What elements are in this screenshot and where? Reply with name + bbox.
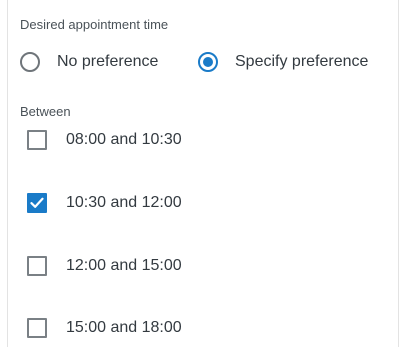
slot-1500-1800[interactable]: 15:00 and 18:00 xyxy=(27,316,182,340)
check-icon xyxy=(30,197,44,208)
appointment-panel: Desired appointment time No preference S… xyxy=(7,0,399,347)
slot-0800-1030-checkbox[interactable] xyxy=(27,130,47,150)
radio-no-preference-indicator[interactable] xyxy=(20,52,40,72)
slot-1030-1200[interactable]: 10:30 and 12:00 xyxy=(27,191,182,215)
slot-1200-1500-label: 12:00 and 15:00 xyxy=(66,257,182,274)
radio-specify-preference[interactable]: Specify preference xyxy=(198,50,368,74)
slot-1500-1800-label: 15:00 and 18:00 xyxy=(66,319,182,336)
slot-1500-1800-checkbox[interactable] xyxy=(27,318,47,338)
radio-no-preference[interactable]: No preference xyxy=(20,50,158,74)
appointment-time-heading: Desired appointment time xyxy=(20,17,169,32)
slot-1030-1200-label: 10:30 and 12:00 xyxy=(66,194,182,211)
between-heading: Between xyxy=(20,104,71,119)
radio-specify-preference-label: Specify preference xyxy=(235,53,369,70)
radio-no-preference-label: No preference xyxy=(57,53,159,70)
slot-0800-1030[interactable]: 08:00 and 10:30 xyxy=(27,128,182,152)
slot-1200-1500[interactable]: 12:00 and 15:00 xyxy=(27,254,182,278)
slot-1200-1500-checkbox[interactable] xyxy=(27,256,47,276)
radio-specify-preference-indicator[interactable] xyxy=(198,52,218,72)
slot-0800-1030-label: 08:00 and 10:30 xyxy=(66,131,182,148)
slot-1030-1200-checkbox[interactable] xyxy=(27,193,47,213)
